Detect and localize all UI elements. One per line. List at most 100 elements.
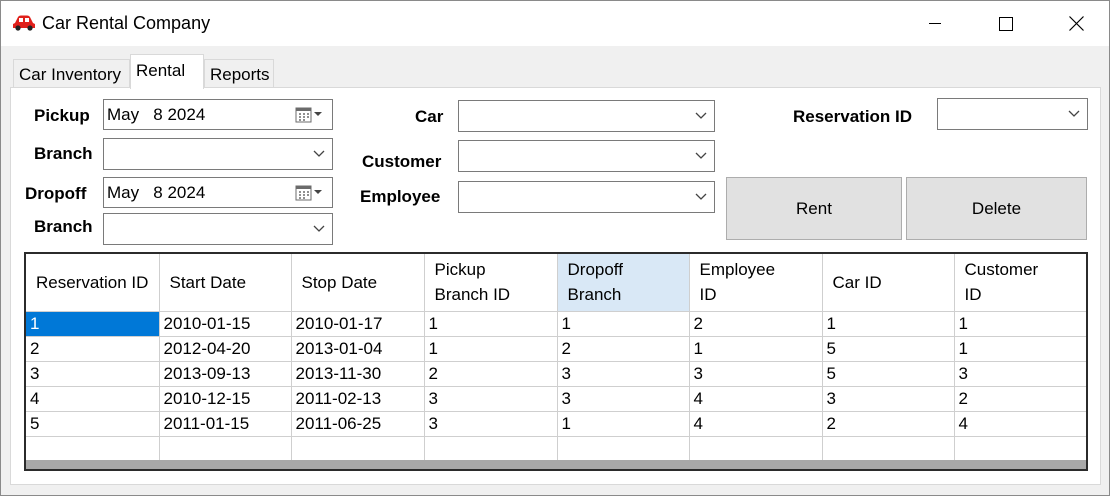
- horizontal-scrollbar[interactable]: [26, 460, 1086, 469]
- table-cell[interactable]: 2010-01-15: [159, 311, 292, 337]
- table-cell[interactable]: 2: [689, 311, 823, 337]
- dropoff-date-picker[interactable]: May 8 2024: [103, 177, 333, 208]
- delete-button[interactable]: Delete: [906, 177, 1087, 240]
- table-cell[interactable]: 4: [689, 386, 823, 412]
- table-cell[interactable]: 3: [424, 386, 558, 412]
- chevron-down-icon: [1068, 110, 1080, 117]
- table-cell[interactable]: 3: [822, 386, 955, 412]
- column-header[interactable]: Stop Date: [291, 254, 425, 312]
- table-cell[interactable]: 2: [822, 411, 955, 437]
- table-row[interactable]: 5 2011-01-15 2011-06-25 3 1 4 2 4: [26, 411, 1086, 437]
- table-cell[interactable]: 2011-02-13: [291, 386, 425, 412]
- table-cell[interactable]: 1: [424, 311, 558, 337]
- table-cell[interactable]: 3: [424, 411, 558, 437]
- pickup-date-value: May 8 2024: [107, 105, 206, 124]
- column-header[interactable]: Pickup Branch ID: [424, 254, 558, 312]
- table-cell[interactable]: 1: [557, 311, 690, 337]
- reservations-table: Reservation ID Start Date Stop Date Pickup B…: [26, 254, 1086, 462]
- column-header[interactable]: Dropoff Branch: [557, 254, 690, 312]
- table-cell[interactable]: 1: [822, 311, 955, 337]
- column-header-text: ID: [964, 285, 982, 305]
- table-cell[interactable]: 1: [424, 336, 558, 362]
- rent-button[interactable]: Rent: [726, 177, 902, 240]
- dropoff-date-value: May 8 2024: [107, 183, 206, 202]
- column-header-text: Start Date: [169, 272, 247, 292]
- table-cell[interactable]: 5: [822, 336, 955, 362]
- employee-dropdown[interactable]: [458, 181, 715, 213]
- column-header[interactable]: Customer ID: [954, 254, 1086, 312]
- tab-rental[interactable]: Rental: [130, 54, 204, 89]
- table-cell[interactable]: 4: [954, 411, 1086, 437]
- close-button[interactable]: [1053, 1, 1099, 46]
- maximize-button[interactable]: [983, 1, 1029, 46]
- column-header-text: Employee: [699, 260, 776, 280]
- table-cell[interactable]: 1: [689, 336, 823, 362]
- dropoff-branch-dropdown[interactable]: [103, 213, 333, 245]
- table-cell[interactable]: [26, 436, 160, 462]
- table-cell[interactable]: [954, 436, 1086, 462]
- close-icon: [1068, 16, 1084, 31]
- column-header[interactable]: Start Date: [159, 254, 292, 312]
- reservation-id-dropdown[interactable]: [937, 98, 1088, 130]
- customer-dropdown[interactable]: [458, 140, 715, 172]
- pickup-date-picker[interactable]: May 8 2024: [103, 99, 333, 130]
- table-cell[interactable]: 2011-01-15: [159, 411, 292, 437]
- chevron-down-icon: [695, 152, 707, 159]
- reservations-grid[interactable]: Reservation ID Start Date Stop Date Pickup B…: [24, 252, 1088, 471]
- table-cell[interactable]: 5: [822, 361, 955, 387]
- table-cell[interactable]: [689, 436, 823, 462]
- pickup-branch-dropdown[interactable]: [103, 138, 333, 170]
- table-cell[interactable]: [291, 436, 425, 462]
- table-cell[interactable]: 2011-06-25: [291, 411, 425, 437]
- column-header-text: Pickup: [434, 260, 486, 280]
- table-cell[interactable]: 2013-01-04: [291, 336, 425, 362]
- table-cell[interactable]: 2: [424, 361, 558, 387]
- table-row[interactable]: 3 2013-09-13 2013-11-30 2 3 3 5 3: [26, 361, 1086, 387]
- table-cell[interactable]: 1: [954, 311, 1086, 337]
- table-cell[interactable]: 3: [557, 361, 690, 387]
- customer-label: Customer: [362, 152, 442, 171]
- table-header-row: Reservation ID Start Date Stop Date Pickup B…: [26, 254, 1086, 312]
- table-cell[interactable]: 2012-04-20: [159, 336, 292, 362]
- table-row[interactable]: 1 2010-01-15 2010-01-17 1 1 2 1 1: [26, 311, 1086, 337]
- column-header-text: Car ID: [832, 272, 882, 292]
- table-cell[interactable]: 2: [26, 336, 160, 362]
- table-cell[interactable]: 3: [689, 361, 823, 387]
- table-cell[interactable]: 2010-12-15: [159, 386, 292, 412]
- table-cell[interactable]: [159, 436, 292, 462]
- table-row[interactable]: 2 2012-04-20 2013-01-04 1 2 1 5 1: [26, 336, 1086, 362]
- car-dropdown[interactable]: [458, 100, 715, 132]
- column-header-text: Branch ID: [434, 285, 511, 305]
- table-cell[interactable]: 3: [557, 386, 690, 412]
- table-cell[interactable]: 2010-01-17: [291, 311, 425, 337]
- table-cell[interactable]: 2: [954, 386, 1086, 412]
- table-cell[interactable]: 4: [689, 411, 823, 437]
- table-cell[interactable]: [424, 436, 558, 462]
- tab-car-inventory[interactable]: Car Inventory: [13, 59, 130, 89]
- table-cell[interactable]: 1: [26, 311, 160, 337]
- table-row[interactable]: 4 2010-12-15 2011-02-13 3 3 4 3 2: [26, 386, 1086, 412]
- table-cell[interactable]: [557, 436, 690, 462]
- column-header[interactable]: Reservation ID: [26, 254, 160, 312]
- table-cell[interactable]: 2013-11-30: [291, 361, 425, 387]
- minimize-button[interactable]: [912, 1, 958, 46]
- table-cell[interactable]: 2013-09-13: [159, 361, 292, 387]
- column-header[interactable]: Employee ID: [689, 254, 823, 312]
- table-cell[interactable]: 1: [557, 411, 690, 437]
- table-cell[interactable]: [822, 436, 955, 462]
- calendar-dropdown-icon: [295, 185, 322, 201]
- column-header-text: Stop Date: [301, 272, 378, 292]
- table-cell[interactable]: 1: [954, 336, 1086, 362]
- table-cell[interactable]: 3: [26, 361, 160, 387]
- minimize-icon: [929, 22, 941, 24]
- reservation-id-label: Reservation ID: [793, 107, 913, 126]
- table-row[interactable]: [26, 436, 1086, 462]
- title-bar[interactable]: Car Rental Company: [1, 1, 1109, 46]
- table-cell[interactable]: 3: [954, 361, 1086, 387]
- table-cell[interactable]: 5: [26, 411, 160, 437]
- column-header[interactable]: Car ID: [822, 254, 955, 312]
- table-cell[interactable]: 4: [26, 386, 160, 412]
- tab-reports[interactable]: Reports: [204, 59, 274, 89]
- car-label: Car: [415, 107, 444, 126]
- table-cell[interactable]: 2: [557, 336, 690, 362]
